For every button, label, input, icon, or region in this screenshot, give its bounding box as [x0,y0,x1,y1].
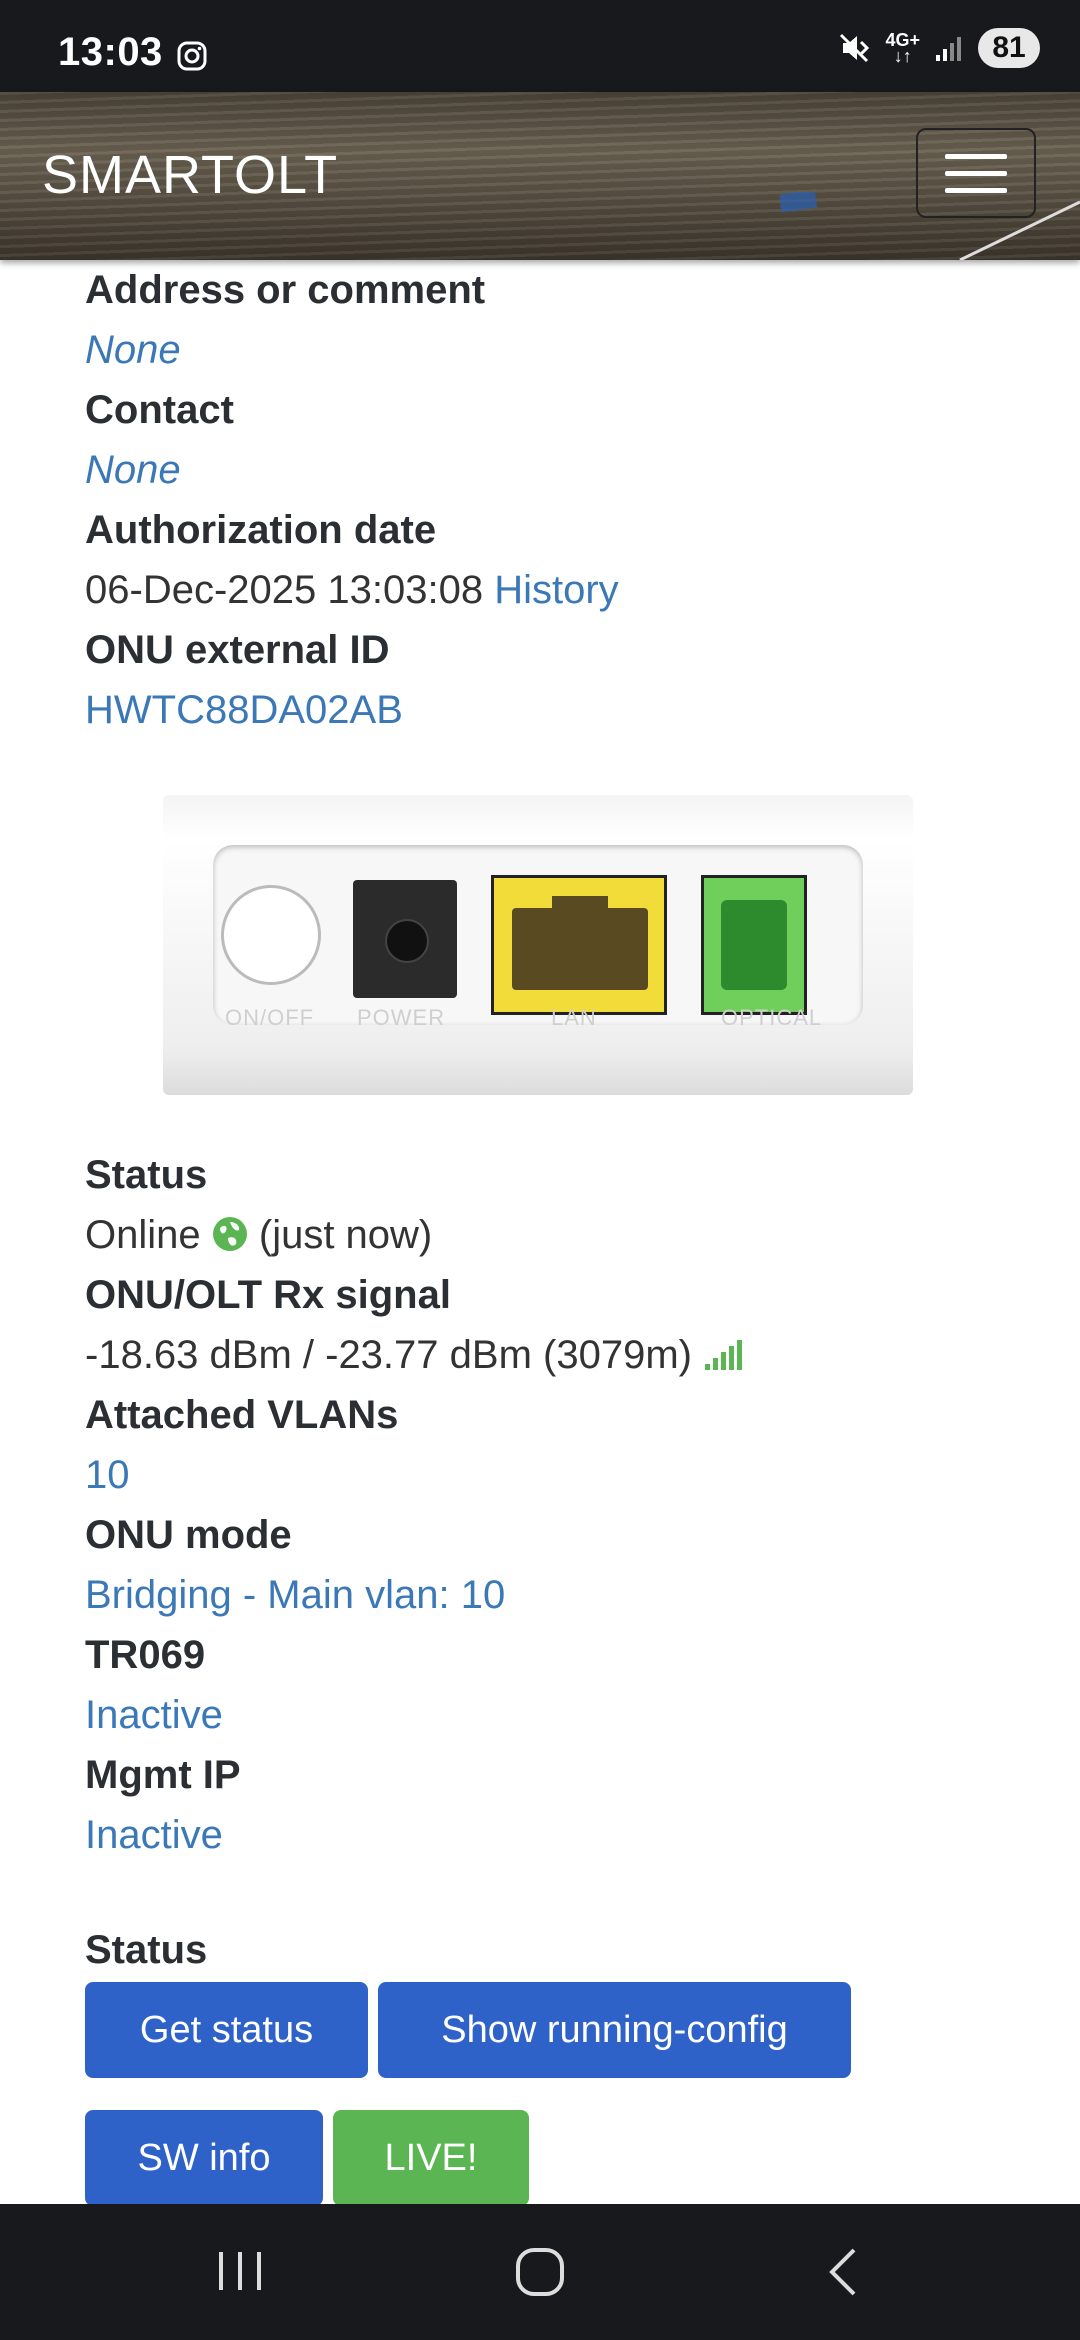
mute-icon [840,33,870,63]
authorization-date-value: 06-Dec-2025 13:03:08 [85,568,484,612]
mgmt-ip-value[interactable]: Inactive [85,1805,1045,1865]
status-icons: 4G+ ↓↑ 81 [837,28,1040,68]
rx-signal-value: -18.63 dBm / -23.77 dBm (3079m) [85,1333,692,1377]
device-port-panel [213,845,863,1025]
sw-info-button[interactable]: SW info [85,2110,323,2206]
back-icon[interactable] [822,2246,862,2298]
hamburger-menu-button[interactable] [916,128,1036,218]
actions-section-label: Status [85,1928,208,1972]
status-value: Online [85,1213,201,1257]
port-label-onoff: ON/OFF [225,1005,315,1030]
history-link[interactable]: History [494,568,618,612]
instagram-icon [177,41,207,71]
hamburger-icon-bar [945,170,1007,176]
status-label: Status [85,1153,208,1197]
power-jack-port [353,880,457,998]
contact-value[interactable]: None [85,440,1045,500]
live-button[interactable]: LIVE! [333,2110,529,2206]
signal-strength-icon [705,1340,743,1370]
status-time: (just now) [258,1213,433,1257]
brand-logo[interactable]: SMARTOLT [42,144,338,206]
network-type: 4G+ ↓↑ [885,30,920,66]
lan-port [491,875,667,1015]
external-id-value[interactable]: HWTC88DA02AB [85,680,1045,740]
authorization-date-row: 06-Dec-2025 13:03:08 History [85,560,1045,620]
onu-device-image: ON/OFF POWER LAN OPTICAL [163,795,913,1095]
onu-mode-value[interactable]: Bridging - Main vlan: 10 [85,1565,1045,1625]
rx-signal-row: -18.63 dBm / -23.77 dBm (3079m) [85,1325,1045,1385]
authorization-date-label: Authorization date [85,508,437,552]
show-running-config-button[interactable]: Show running-config [378,1982,851,2078]
signal-icon [936,37,961,61]
port-label-lan: LAN [551,1005,597,1030]
address-value[interactable]: None [85,320,1045,380]
battery-indicator: 81 [978,28,1040,68]
attached-vlans-label: Attached VLANs [85,1393,399,1437]
home-icon[interactable] [514,2246,566,2298]
tr069-label: TR069 [85,1633,206,1677]
tr069-value[interactable]: Inactive [85,1685,1045,1745]
system-nav-bar [0,2204,1080,2340]
status-bar: 13:03 4G+ ↓↑ 81 [0,0,1080,92]
app-header: SMARTOLT [0,92,1080,260]
power-switch-port [221,885,321,985]
hamburger-icon-bar [945,153,1007,159]
optical-port [701,875,807,1015]
clock: 13:03 [58,30,163,74]
get-status-button[interactable]: Get status [85,1982,368,2078]
hamburger-icon-bar [945,187,1007,193]
contact-label: Contact [85,388,234,432]
recent-apps-icon[interactable] [215,2246,265,2296]
port-label-power: POWER [357,1005,446,1030]
globe-online-icon [212,1217,247,1251]
status-row: Online (just now) [85,1205,1045,1265]
port-label-optical: OPTICAL [721,1005,823,1030]
mgmt-ip-label: Mgmt IP [85,1753,241,1797]
onu-details: Address or comment None Contact None Aut… [85,260,1045,1865]
attached-vlans-value[interactable]: 10 [85,1445,1045,1505]
onu-mode-label: ONU mode [85,1513,292,1557]
address-label: Address or comment [85,268,486,312]
external-id-label: ONU external ID [85,628,390,672]
rx-signal-label: ONU/OLT Rx signal [85,1273,451,1317]
